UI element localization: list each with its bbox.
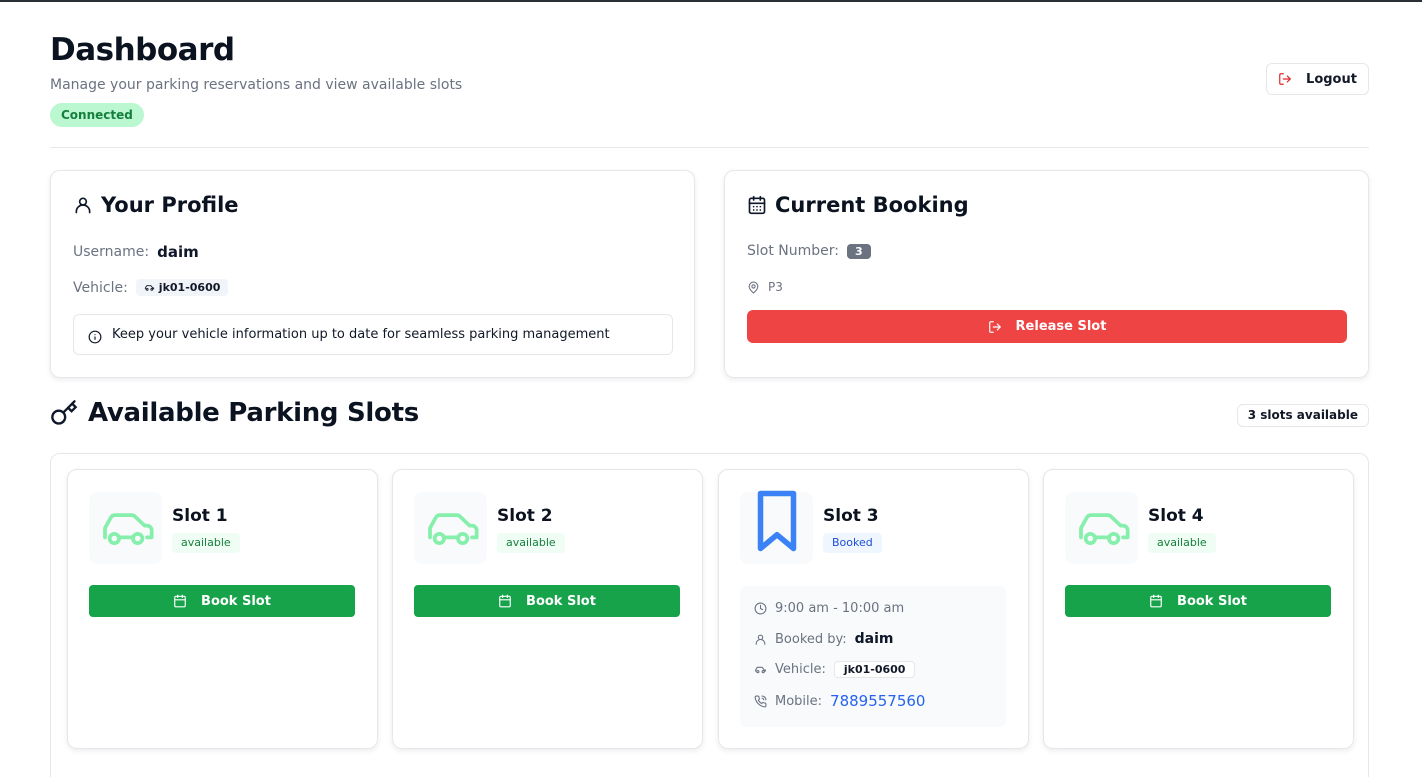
booked-vehicle-label: Vehicle: (775, 662, 826, 677)
slot-icon-box (89, 492, 162, 564)
user-icon (75, 197, 91, 214)
book-slot-button[interactable]: Book Slot (414, 585, 680, 617)
booked-by-value: daim (854, 631, 894, 647)
logout-icon (1279, 73, 1291, 85)
slot-number-label: Slot Number: (747, 243, 839, 259)
mobile-value[interactable]: 7889557560 (830, 692, 925, 710)
bookmark-icon (757, 490, 796, 552)
slot-number-badge: 3 (847, 243, 871, 259)
slots-available-badge: 3 slots available (1236, 404, 1369, 427)
booked-by-row: Booked by: daim (754, 631, 894, 647)
booking-card-title: Current Booking (747, 193, 969, 217)
slot-icon-box (414, 492, 487, 564)
logout-icon (988, 320, 1001, 333)
slot-number-row: Slot Number: 3 (747, 243, 871, 259)
calendar-icon (499, 594, 511, 608)
mobile-label: Mobile: (775, 693, 823, 709)
booking-time: 9:00 am - 10:00 am (775, 601, 905, 616)
info-icon (88, 330, 102, 343)
car-icon (755, 666, 766, 674)
current-booking-card: Current Booking Slot Number: 3 P3 Releas… (724, 170, 1369, 378)
vehicle-row: Vehicle: jk01-0600 (73, 279, 229, 296)
profile-card: Your Profile Username: daim Vehicle: jk0… (50, 170, 695, 378)
slot-name: Slot 1 (172, 506, 228, 526)
vehicle-chip: jk01-0600 (135, 279, 229, 296)
clock-icon (754, 602, 767, 615)
slot-status-badge: available (172, 533, 240, 553)
mobile-row: Mobile: 7889557560 (754, 692, 925, 710)
slot-status-badge: Booked (823, 533, 882, 553)
slot-icon-box (1065, 492, 1138, 564)
calendar-icon (174, 594, 186, 608)
location-value: P3 (768, 280, 783, 294)
slot-icon-box (740, 490, 813, 564)
slot-card: Slot 3 Booked 9:00 am - 10:00 am Booked … (718, 469, 1029, 749)
map-pin-icon (748, 281, 759, 294)
booked-vehicle-row: Vehicle: jk01-0600 (754, 661, 916, 678)
phone-icon (754, 695, 767, 707)
book-slot-label: Book Slot (201, 593, 271, 609)
slot-card: Slot 1 available Book Slot (67, 469, 378, 749)
slot-card: Slot 4 available Book Slot (1043, 469, 1354, 749)
key-icon (51, 400, 78, 425)
booked-vehicle-chip: jk01-0600 (833, 661, 916, 678)
book-slot-button[interactable]: Book Slot (89, 585, 355, 617)
vehicle-value: jk01-0600 (158, 281, 221, 294)
page-subtitle: Manage your parking reservations and vie… (50, 77, 463, 93)
booked-by-label: Booked by: (775, 631, 847, 647)
slot-status-badge: available (497, 533, 565, 553)
user-icon (755, 634, 766, 645)
section-title: Available Parking Slots (50, 398, 419, 428)
location-row: P3 (747, 280, 783, 294)
book-slot-label: Book Slot (526, 593, 596, 609)
username-row: Username: daim (73, 243, 199, 261)
car-icon (144, 285, 154, 291)
booking-details: 9:00 am - 10:00 am Booked by: daim Vehic… (740, 586, 1006, 727)
car-icon (102, 513, 154, 546)
slot-name: Slot 4 (1148, 506, 1204, 526)
book-slot-button[interactable]: Book Slot (1065, 585, 1331, 617)
username-label: Username: (73, 244, 150, 260)
section-title-text: Available Parking Slots (88, 398, 419, 428)
slot-card: Slot 2 available Book Slot (392, 469, 703, 749)
profile-info-box: Keep your vehicle information up to date… (73, 314, 673, 355)
page-header: Dashboard Manage your parking reservatio… (50, 2, 1369, 148)
calendar-icon (748, 195, 766, 215)
release-slot-button[interactable]: Release Slot (747, 310, 1347, 343)
profile-info-text: Keep your vehicle information up to date… (112, 327, 610, 342)
logout-button[interactable]: Logout (1266, 63, 1369, 95)
booking-time-row: 9:00 am - 10:00 am (754, 601, 904, 616)
release-slot-label: Release Slot (1015, 319, 1107, 334)
profile-title-text: Your Profile (101, 193, 239, 217)
logout-label: Logout (1306, 71, 1357, 87)
slot-name: Slot 3 (823, 506, 879, 526)
vehicle-label: Vehicle: (73, 279, 128, 296)
slots-grid: Slot 1 available Book Slot Slot 2 availa… (50, 453, 1369, 777)
calendar-icon (1150, 594, 1162, 608)
car-icon (427, 513, 479, 546)
booking-title-text: Current Booking (775, 193, 969, 217)
dashboard-page: Dashboard Manage your parking reservatio… (50, 2, 1369, 777)
book-slot-label: Book Slot (1177, 593, 1247, 609)
profile-card-title: Your Profile (73, 193, 239, 217)
page-title: Dashboard (50, 32, 235, 68)
connection-status-badge: Connected (50, 103, 144, 127)
slot-name: Slot 2 (497, 506, 553, 526)
username-value: daim (157, 243, 199, 261)
slot-status-badge: available (1148, 533, 1216, 553)
car-icon (1078, 513, 1130, 546)
